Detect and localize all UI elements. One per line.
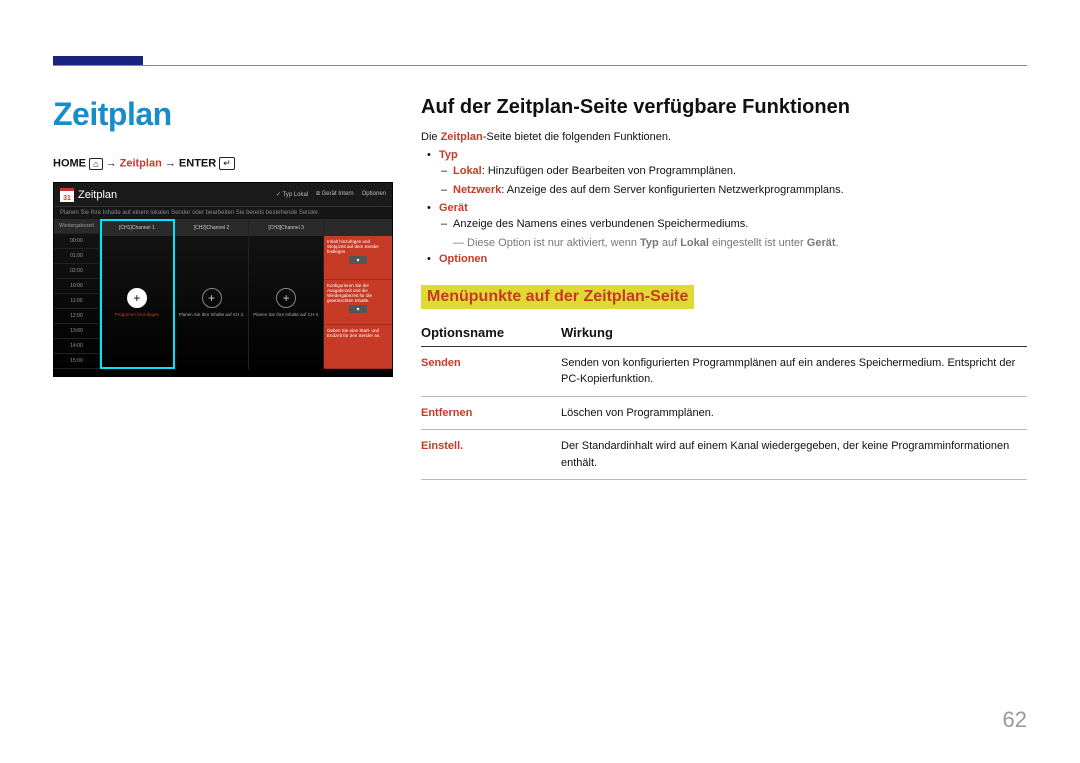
- option-name: Einstell.: [421, 430, 561, 480]
- mock-channel-2: [CH2]Channel 2 + Planen Sie Ihre Inhalte…: [175, 219, 250, 369]
- mock-panel-text: Konfigurieren Sie die Ausgabezeit und di…: [327, 283, 372, 303]
- breadcrumb-zeitplan: Zeitplan: [120, 157, 162, 169]
- mock-top-geraet: ⧈ Gerät Intern: [316, 191, 354, 198]
- table-row: Einstell. Der Standardinhalt wird auf ei…: [421, 430, 1027, 480]
- header-rule: [53, 65, 1027, 66]
- mock-panel-text: Geben Sie eine Start- und Endzeit für de…: [327, 328, 381, 338]
- mock-panel-text: Inhalt hinzufügen und Stoppzeit auf dem …: [327, 239, 379, 254]
- mock-time-cell: 02:00: [54, 264, 100, 279]
- table-row: Entfernen Löschen von Programmplänen.: [421, 396, 1027, 430]
- feature-typ-lokal: Lokal: Hinzufügen oder Bearbeiten von Pr…: [453, 163, 1027, 180]
- page-number: 62: [1003, 707, 1027, 733]
- mock-time-cell: 10:00: [54, 279, 100, 294]
- feature-geraet: Gerät Anzeige des Namens eines verbunden…: [439, 202, 1027, 249]
- mock-time-column: Wiedergabezeit 00:00 01:00 02:00 10:00 1…: [54, 219, 100, 369]
- mock-time-cell: 15:00: [54, 354, 100, 369]
- plus-icon: +: [202, 288, 222, 308]
- mock-channels: [CH1]Channel 1 + Programm hinzufügen [CH…: [100, 219, 324, 369]
- page-title: Zeitplan: [53, 96, 393, 133]
- options-col-effect: Wirkung: [561, 319, 1027, 347]
- mock-ch-label: Planen Sie Ihre Inhalte auf CH 2.: [177, 312, 247, 317]
- mock-ch-header: [CH2]Channel 2: [175, 219, 249, 236]
- screenshot-mock: 31 Zeitplan ✓ Typ Lokal ⧈ Gerät Intern O…: [53, 182, 393, 377]
- option-name: Entfernen: [421, 396, 561, 430]
- mock-time-cell: 12:00: [54, 309, 100, 324]
- home-icon: ⌂: [89, 158, 102, 170]
- mock-side-panel: Inhalt hinzufügen und Stoppzeit auf dem …: [324, 219, 392, 369]
- breadcrumb-arrow-1: →: [106, 157, 117, 169]
- mock-time-cell: 00:00: [54, 234, 100, 249]
- mock-ch-label: Planen Sie Ihre Inhalte auf CH 3.: [251, 312, 321, 317]
- section-heading: Auf der Zeitplan-Seite verfügbare Funkti…: [421, 96, 1027, 119]
- table-row: Senden Senden von konfigurierten Program…: [421, 346, 1027, 396]
- feature-list: Typ Lokal: Hinzufügen oder Bearbeiten vo…: [421, 149, 1027, 265]
- mock-title: Zeitplan: [78, 189, 117, 201]
- left-column: Zeitplan HOME ⌂ → Zeitplan → ENTER ↵ 31 …: [53, 96, 393, 723]
- mock-ch-header: [CH1]Channel 1: [100, 219, 174, 236]
- mock-ch-header: [CH3]Channel 3: [249, 219, 323, 236]
- mock-ch-label: Programm hinzufügen: [113, 312, 161, 317]
- feature-typ-netzwerk: Netzwerk: Anzeige des auf dem Server kon…: [453, 182, 1027, 199]
- feature-geraet-line: Anzeige des Namens eines verbundenen Spe…: [453, 216, 1027, 233]
- feature-typ: Typ Lokal: Hinzufügen oder Bearbeiten vo…: [439, 149, 1027, 198]
- chevron-down-icon: ▾: [349, 305, 367, 313]
- mock-channel-3: [CH3]Channel 3 + Planen Sie Ihre Inhalte…: [249, 219, 324, 369]
- breadcrumb-home: HOME: [53, 157, 86, 169]
- mock-top-typ: ✓ Typ Lokal: [276, 191, 308, 198]
- feature-optionen: Optionen: [439, 253, 1027, 265]
- header-accent-bar: [53, 56, 143, 65]
- mock-time-header: Wiedergabezeit: [54, 219, 100, 234]
- option-desc: Der Standardinhalt wird auf einem Kanal …: [561, 430, 1027, 480]
- mock-time-cell: 14:00: [54, 339, 100, 354]
- breadcrumb: HOME ⌂ → Zeitplan → ENTER ↵: [53, 157, 393, 170]
- intro-text: Die Zeitplan-Seite bietet die folgenden …: [421, 131, 1027, 143]
- option-desc: Senden von konfigurierten Programmplänen…: [561, 346, 1027, 396]
- mock-top-optionen: Optionen: [362, 191, 386, 198]
- right-column: Auf der Zeitplan-Seite verfügbare Funkti…: [421, 96, 1027, 723]
- mock-subtitle: Planen Sie Ihre Inhalte auf einem lokale…: [54, 207, 392, 219]
- breadcrumb-arrow-2: →: [165, 157, 176, 169]
- option-name: Senden: [421, 346, 561, 396]
- options-table: Optionsname Wirkung Senden Senden von ko…: [421, 319, 1027, 481]
- mock-time-cell: 01:00: [54, 249, 100, 264]
- breadcrumb-enter: ENTER: [179, 157, 216, 169]
- mock-time-cell: 13:00: [54, 324, 100, 339]
- chevron-down-icon: ▾: [349, 256, 367, 264]
- enter-icon: ↵: [219, 157, 235, 170]
- plus-icon: +: [127, 288, 147, 308]
- feature-geraet-note: Diese Option ist nur aktiviert, wenn Typ…: [453, 237, 1027, 249]
- calendar-icon: 31: [60, 188, 74, 202]
- mock-time-cell: 11:00: [54, 294, 100, 309]
- mock-channel-1: [CH1]Channel 1 + Programm hinzufügen: [100, 219, 175, 369]
- plus-icon: +: [276, 288, 296, 308]
- options-col-name: Optionsname: [421, 319, 561, 347]
- subsection-heading: Menüpunkte auf der Zeitplan-Seite: [421, 285, 694, 309]
- option-desc: Löschen von Programmplänen.: [561, 396, 1027, 430]
